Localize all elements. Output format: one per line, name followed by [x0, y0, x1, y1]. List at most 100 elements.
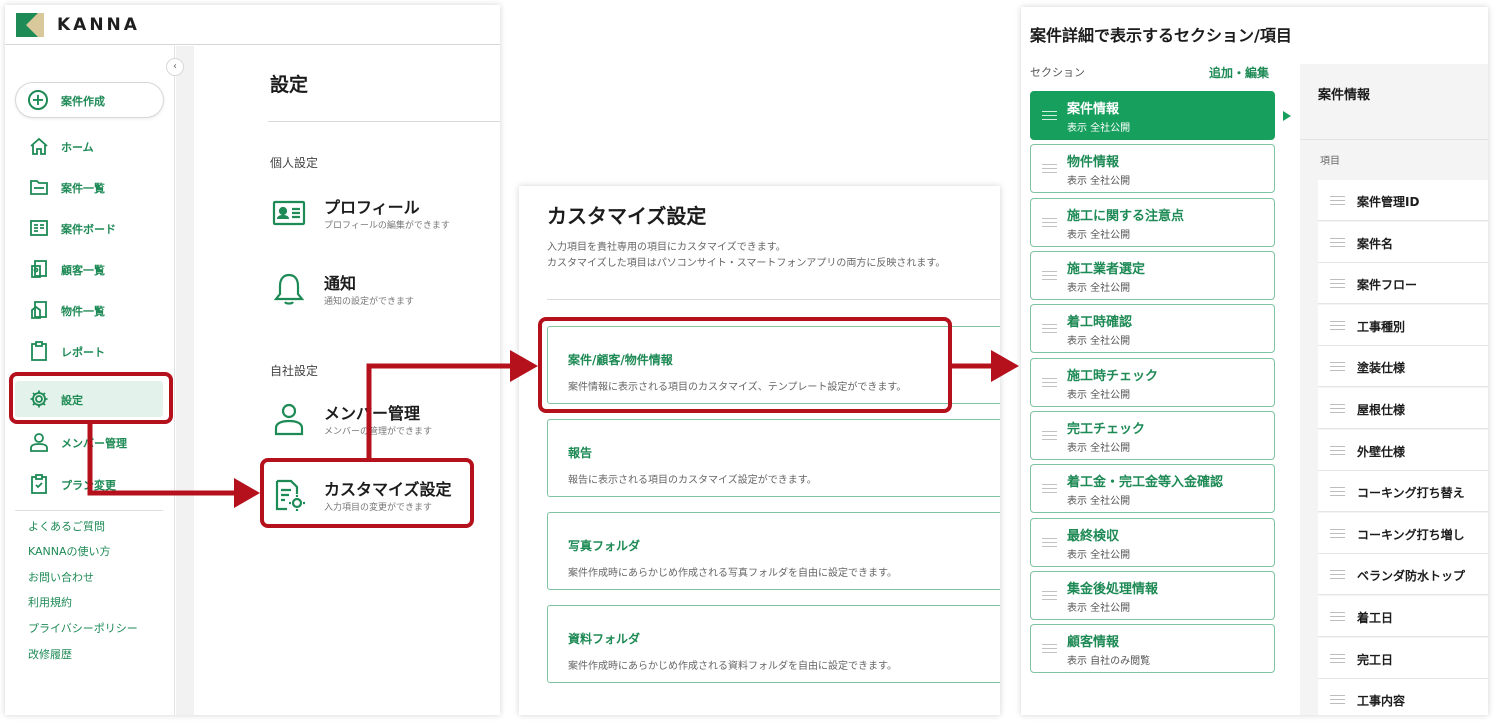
card-photo-folder[interactable]: 写真フォルダ 案件作成時にあらかじめ作成される写真フォルダを自由に設定できます。: [547, 512, 1000, 590]
section-status: 表示 全社公開: [1067, 336, 1131, 347]
description-line: カスタマイズした項目はパソコンサイト・スマートフォンアプリの両方に反映されます。: [547, 258, 946, 269]
section-item[interactable]: 顧客情報 表示 自社のみ閲覧: [1030, 624, 1275, 673]
drag-handle-icon[interactable]: [1042, 431, 1057, 440]
document-gear-icon: [275, 479, 305, 511]
drag-handle-icon[interactable]: [1330, 196, 1345, 205]
field-item[interactable]: 案件管理ID: [1318, 180, 1488, 221]
link-privacy-policy[interactable]: プライバシーポリシー: [28, 620, 138, 636]
drag-handle-icon[interactable]: [1330, 362, 1345, 371]
drag-handle-icon[interactable]: [1330, 487, 1345, 496]
drag-handle-icon[interactable]: [1330, 695, 1345, 704]
drag-handle-icon[interactable]: [1042, 218, 1057, 227]
sections-window: 案件詳細で表示するセクション/項目 セクション 追加・編集 案件情報 表示 全社…: [1021, 7, 1488, 715]
section-item[interactable]: 完工チェック 表示 全社公開: [1030, 411, 1275, 460]
drag-handle-icon[interactable]: [1330, 529, 1345, 538]
sidebar-item-label: プラン変更: [61, 479, 116, 492]
field-label: 工事内容: [1357, 694, 1406, 708]
sidebar-item-customer-list[interactable]: 顧客一覧: [15, 251, 163, 287]
sidebar-item-home[interactable]: ホーム: [15, 128, 163, 164]
card-project-customer-property[interactable]: 案件/顧客/物件情報 案件情報に表示される項目のカスタマイズ、テンプレート設定が…: [547, 326, 1000, 404]
section-status: 表示 全社公開: [1067, 496, 1131, 507]
field-label: 着工日: [1357, 611, 1394, 625]
card-description: 案件作成時にあらかじめ作成される写真フォルダを自由に設定できます。: [568, 568, 897, 579]
sidebar-item-settings[interactable]: 設定: [15, 381, 163, 417]
drag-handle-icon[interactable]: [1042, 324, 1057, 333]
section-item[interactable]: 施工時チェック 表示 全社公開: [1030, 358, 1275, 407]
setting-customize[interactable]: カスタマイズ設定 入力項目の変更ができます: [272, 474, 472, 520]
sidebar-collapse-button[interactable]: ‹: [166, 58, 184, 76]
sidebar-item-property-list[interactable]: 物件一覧: [15, 292, 163, 328]
drag-handle-icon[interactable]: [1042, 538, 1057, 547]
drag-handle-icon[interactable]: [1042, 378, 1057, 387]
link-contact[interactable]: お問い合わせ: [28, 569, 94, 585]
field-item[interactable]: 案件フロー: [1318, 263, 1488, 304]
section-item[interactable]: 施工業者選定 表示 全社公開: [1030, 251, 1275, 300]
section-item[interactable]: 着工金・完工金等入金確認 表示 全社公開: [1030, 464, 1275, 513]
create-project-label: 案件作成: [61, 95, 105, 108]
setting-notification[interactable]: 通知 通知の設定ができます: [272, 268, 472, 314]
section-item[interactable]: 施工に関する注意点 表示 全社公開: [1030, 198, 1275, 247]
drag-handle-icon[interactable]: [1042, 271, 1057, 280]
link-terms[interactable]: 利用規約: [28, 594, 72, 610]
field-item[interactable]: 屋根仕様: [1318, 388, 1488, 429]
add-edit-link[interactable]: 追加・編集: [1209, 64, 1269, 81]
sidebar: ‹ + 案件作成 ホーム 案件一覧 案件ボード 顧客一覧 物件一覧 レポート 設…: [5, 46, 184, 715]
field-item[interactable]: 完工日: [1318, 638, 1488, 679]
section-item[interactable]: 物件情報 表示 全社公開: [1030, 144, 1275, 193]
drag-handle-icon[interactable]: [1330, 321, 1345, 330]
section-title: 施工に関する注意点: [1067, 209, 1185, 224]
field-label: ベランダ防水トップ: [1357, 569, 1466, 583]
page-title: 案件詳細で表示するセクション/項目: [1030, 26, 1292, 45]
field-item[interactable]: 案件名: [1318, 222, 1488, 263]
drag-handle-icon[interactable]: [1042, 484, 1057, 493]
field-item[interactable]: 着工日: [1318, 596, 1488, 637]
setting-description: 通知の設定ができます: [324, 297, 415, 307]
sidebar-item-plan[interactable]: プラン変更: [15, 466, 163, 502]
drag-handle-icon[interactable]: [1042, 591, 1057, 600]
section-title: 最終検収: [1067, 529, 1120, 544]
link-how-to-use[interactable]: KANNAの使い方: [28, 543, 111, 559]
field-label: 外壁仕様: [1357, 445, 1406, 459]
section-item[interactable]: 最終検収 表示 全社公開: [1030, 518, 1275, 567]
sidebar-item-project-board[interactable]: 案件ボード: [15, 210, 163, 246]
sidebar-item-label: 設定: [61, 394, 83, 407]
drag-handle-icon[interactable]: [1330, 612, 1345, 621]
sidebar-item-member[interactable]: メンバー管理: [15, 424, 163, 460]
customer-icon: [31, 260, 47, 278]
card-description: 案件情報に表示される項目のカスタマイズ、テンプレート設定ができます。: [568, 382, 907, 393]
link-faq[interactable]: よくあるご質問: [28, 518, 105, 534]
section-item[interactable]: 着工時確認 表示 全社公開: [1030, 304, 1275, 353]
field-item[interactable]: コーキング打ち替え: [1318, 471, 1488, 512]
field-item[interactable]: ベランダ防水トップ: [1318, 554, 1488, 595]
card-title: 資料フォルダ: [568, 632, 641, 646]
drag-handle-icon[interactable]: [1330, 404, 1345, 413]
section-item[interactable]: 案件情報 表示 全社公開: [1030, 91, 1275, 140]
field-item[interactable]: 工事種別: [1318, 305, 1488, 346]
drag-handle-icon[interactable]: [1330, 238, 1345, 247]
drag-handle-icon[interactable]: [1330, 279, 1345, 288]
settings-main: 設定 個人設定 プロフィール プロフィールの編集ができます 通知 通知の設定がで…: [194, 46, 500, 715]
drag-handle-icon[interactable]: [1042, 644, 1057, 653]
drag-handle-icon[interactable]: [1330, 570, 1345, 579]
card-document-folder[interactable]: 資料フォルダ 案件作成時にあらかじめ作成される資料フォルダを自由に設定できます。: [547, 605, 1000, 683]
setting-member-management[interactable]: メンバー管理 メンバーの管理ができます: [272, 398, 472, 444]
card-report[interactable]: 報告 報告に表示される項目のカスタマイズ設定ができます。: [547, 419, 1000, 497]
create-project-button[interactable]: + 案件作成: [15, 82, 164, 118]
folder-icon: [30, 180, 48, 195]
link-changelog[interactable]: 改修履歴: [28, 646, 72, 662]
field-item[interactable]: 外壁仕様: [1318, 430, 1488, 471]
sidebar-item-project-list[interactable]: 案件一覧: [15, 169, 163, 205]
setting-profile[interactable]: プロフィール プロフィールの編集ができます: [272, 192, 472, 238]
drag-handle-icon[interactable]: [1330, 446, 1345, 455]
drag-handle-icon[interactable]: [1042, 111, 1057, 120]
section-title: 施工時チェック: [1067, 369, 1159, 384]
sidebar-item-report[interactable]: レポート: [15, 333, 163, 369]
field-item[interactable]: 工事内容: [1318, 679, 1488, 715]
drag-handle-icon[interactable]: [1330, 654, 1345, 663]
setting-title: 通知: [324, 274, 357, 293]
field-item[interactable]: コーキング打ち増し: [1318, 513, 1488, 554]
section-item[interactable]: 集金後処理情報 表示 全社公開: [1030, 571, 1275, 620]
field-item[interactable]: 塗装仕様: [1318, 346, 1488, 387]
setting-description: 入力項目の変更ができます: [324, 503, 433, 513]
drag-handle-icon[interactable]: [1042, 164, 1057, 173]
